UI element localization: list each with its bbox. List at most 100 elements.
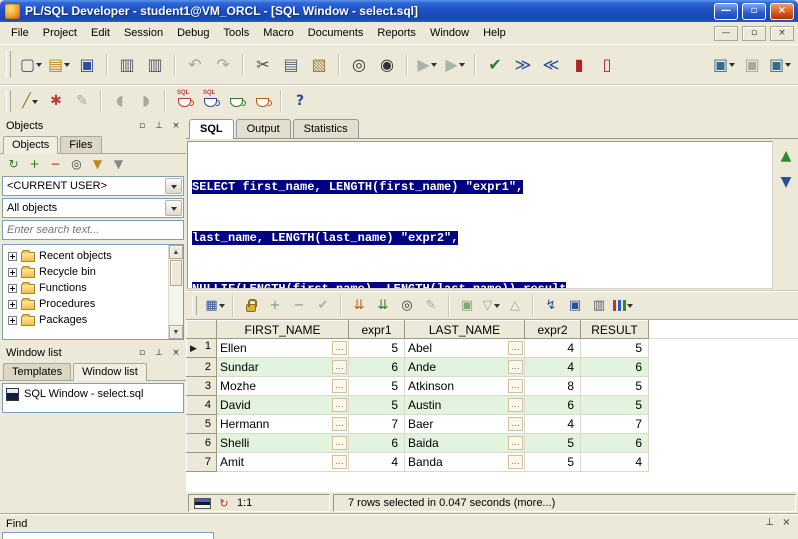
tab-files[interactable]: Files: [60, 136, 102, 153]
status-message[interactable]: 7 rows selected in 0.047 seconds (more..…: [348, 497, 555, 509]
text-cell[interactable]: Atkinson…: [404, 376, 525, 396]
tree-item-packages[interactable]: Packages: [3, 312, 183, 328]
menu-macro[interactable]: Macro: [256, 24, 301, 42]
preferences-key-icon[interactable]: ╱: [18, 88, 42, 114]
number-cell[interactable]: 6: [348, 433, 405, 453]
menu-documents[interactable]: Documents: [301, 24, 371, 42]
number-cell[interactable]: 5: [348, 395, 405, 415]
text-cell[interactable]: Austin…: [404, 395, 525, 415]
sql-editor[interactable]: SELECT first_name, LENGTH(first_name) "e…: [187, 141, 773, 289]
open-file-dropdown-icon[interactable]: [64, 63, 71, 70]
text-cell[interactable]: Ellen…: [216, 338, 349, 358]
lock-icon[interactable]: [240, 295, 262, 317]
chart-icon[interactable]: [612, 295, 634, 317]
tree-item-recycle-bin[interactable]: Recycle bin: [3, 264, 183, 280]
menu-project[interactable]: Project: [36, 24, 84, 42]
text-cell[interactable]: David…: [216, 395, 349, 415]
find-pin-icon[interactable]: ⊥: [762, 516, 777, 530]
table-row[interactable]: 6 Shelli… 6 Baida… 5 6: [186, 433, 798, 453]
expand-icon[interactable]: [8, 267, 17, 277]
cell-popup-button[interactable]: …: [508, 455, 523, 469]
fetch-last-page-icon[interactable]: ⇊: [348, 295, 370, 317]
new-window-icon[interactable]: ▢: [18, 50, 44, 80]
cell-popup-button[interactable]: …: [508, 341, 523, 355]
cell-popup-button[interactable]: …: [332, 455, 347, 469]
syntax-check-icon[interactable]: ✔: [482, 50, 508, 80]
menu-help[interactable]: Help: [476, 24, 513, 42]
new-window-dropdown-icon[interactable]: [36, 63, 43, 70]
number-cell[interactable]: 5: [580, 395, 649, 415]
auto-refresh-icon[interactable]: ↻: [217, 496, 231, 510]
help-icon[interactable]: ?: [288, 88, 312, 114]
menu-debug[interactable]: Debug: [170, 24, 216, 42]
paste-icon[interactable]: ▧: [306, 50, 332, 80]
mdi-restore-icon[interactable]: ▫: [742, 25, 766, 41]
expand-icon[interactable]: [8, 283, 17, 293]
find-in-result-icon[interactable]: ◎: [396, 295, 418, 317]
explain-plan-cup-icon[interactable]: [250, 88, 274, 114]
expand-icon[interactable]: [8, 299, 17, 309]
print-icon[interactable]: ▥: [114, 50, 140, 80]
cut-icon[interactable]: ✂: [250, 50, 276, 80]
cell-popup-button[interactable]: …: [332, 360, 347, 374]
refresh-results-icon[interactable]: ▣: [456, 295, 478, 317]
find-close-icon[interactable]: ×: [779, 516, 794, 530]
number-cell[interactable]: 7: [348, 414, 405, 434]
find-icon[interactable]: ◎: [346, 50, 372, 80]
number-cell[interactable]: 4: [524, 414, 581, 434]
text-cell[interactable]: Hermann…: [216, 414, 349, 434]
tab-templates[interactable]: Templates: [3, 363, 72, 380]
find-object-icon[interactable]: ◎: [67, 155, 86, 173]
number-cell[interactable]: 5: [580, 376, 649, 396]
save-results-icon[interactable]: ▣: [564, 295, 586, 317]
scroll-up-icon[interactable]: ▲: [169, 245, 183, 259]
text-cell[interactable]: Ande…: [404, 357, 525, 377]
table-row[interactable]: 7 Amit… 4 Banda… 5 4: [186, 452, 798, 472]
find-next-icon[interactable]: ◉: [374, 50, 400, 80]
number-cell[interactable]: 5: [580, 338, 649, 358]
text-cell[interactable]: Sundar…: [216, 357, 349, 377]
number-cell[interactable]: 4: [524, 338, 581, 358]
text-cell[interactable]: Banda…: [404, 452, 525, 472]
minimize-window-icon[interactable]: —: [714, 2, 738, 20]
column-header-last-name[interactable]: LAST_NAME: [404, 320, 525, 339]
column-header-expr1[interactable]: expr1: [348, 320, 405, 339]
preferences-key-dropdown-icon[interactable]: [31, 99, 38, 107]
filter-icon[interactable]: ▼: [88, 155, 107, 173]
expand-icon[interactable]: [8, 315, 17, 325]
number-cell[interactable]: 6: [580, 433, 649, 453]
refresh-icon[interactable]: ↻: [4, 155, 23, 173]
object-filter-dropdown-icon[interactable]: [165, 200, 182, 216]
chart-dropdown-icon[interactable]: [627, 304, 633, 311]
cell-popup-button[interactable]: …: [508, 379, 523, 393]
cell-popup-button[interactable]: …: [508, 436, 523, 450]
report-window-cup-icon[interactable]: [224, 88, 248, 114]
tab-sql[interactable]: SQL: [189, 119, 234, 139]
number-cell[interactable]: 4: [580, 452, 649, 472]
execute-for-dropdown-icon[interactable]: [458, 63, 465, 70]
insert-record-icon[interactable]: +: [264, 295, 286, 317]
menu-session[interactable]: Session: [117, 24, 170, 42]
save-icon[interactable]: ▣: [74, 50, 100, 80]
objects-close-icon[interactable]: ×: [169, 120, 183, 133]
number-cell[interactable]: 5: [348, 338, 405, 358]
tree-item-recent-objects[interactable]: Recent objects: [3, 248, 183, 264]
object-search-input[interactable]: [7, 224, 183, 236]
menu-window[interactable]: Window: [423, 24, 476, 42]
next-statement-icon[interactable]: ▼: [777, 173, 795, 191]
unindent-icon[interactable]: ≪: [538, 50, 564, 80]
tree-item-procedures[interactable]: Procedures: [3, 296, 183, 312]
column-header-result[interactable]: RESULT: [580, 320, 649, 339]
text-cell[interactable]: Mozhe…: [216, 376, 349, 396]
user-select[interactable]: <CURRENT USER>: [2, 176, 184, 196]
new-instance-dropdown-icon[interactable]: [785, 63, 792, 70]
find-input[interactable]: [2, 532, 214, 539]
cell-popup-button[interactable]: …: [508, 417, 523, 431]
cell-popup-button[interactable]: …: [508, 398, 523, 412]
scroll-thumb[interactable]: [170, 260, 182, 286]
number-cell[interactable]: 5: [348, 376, 405, 396]
objects-pin-icon[interactable]: ⊥: [152, 120, 166, 133]
print-setup-icon[interactable]: ▥: [142, 50, 168, 80]
text-cell[interactable]: Amit…: [216, 452, 349, 472]
mdi-minimize-icon[interactable]: —: [714, 25, 738, 41]
